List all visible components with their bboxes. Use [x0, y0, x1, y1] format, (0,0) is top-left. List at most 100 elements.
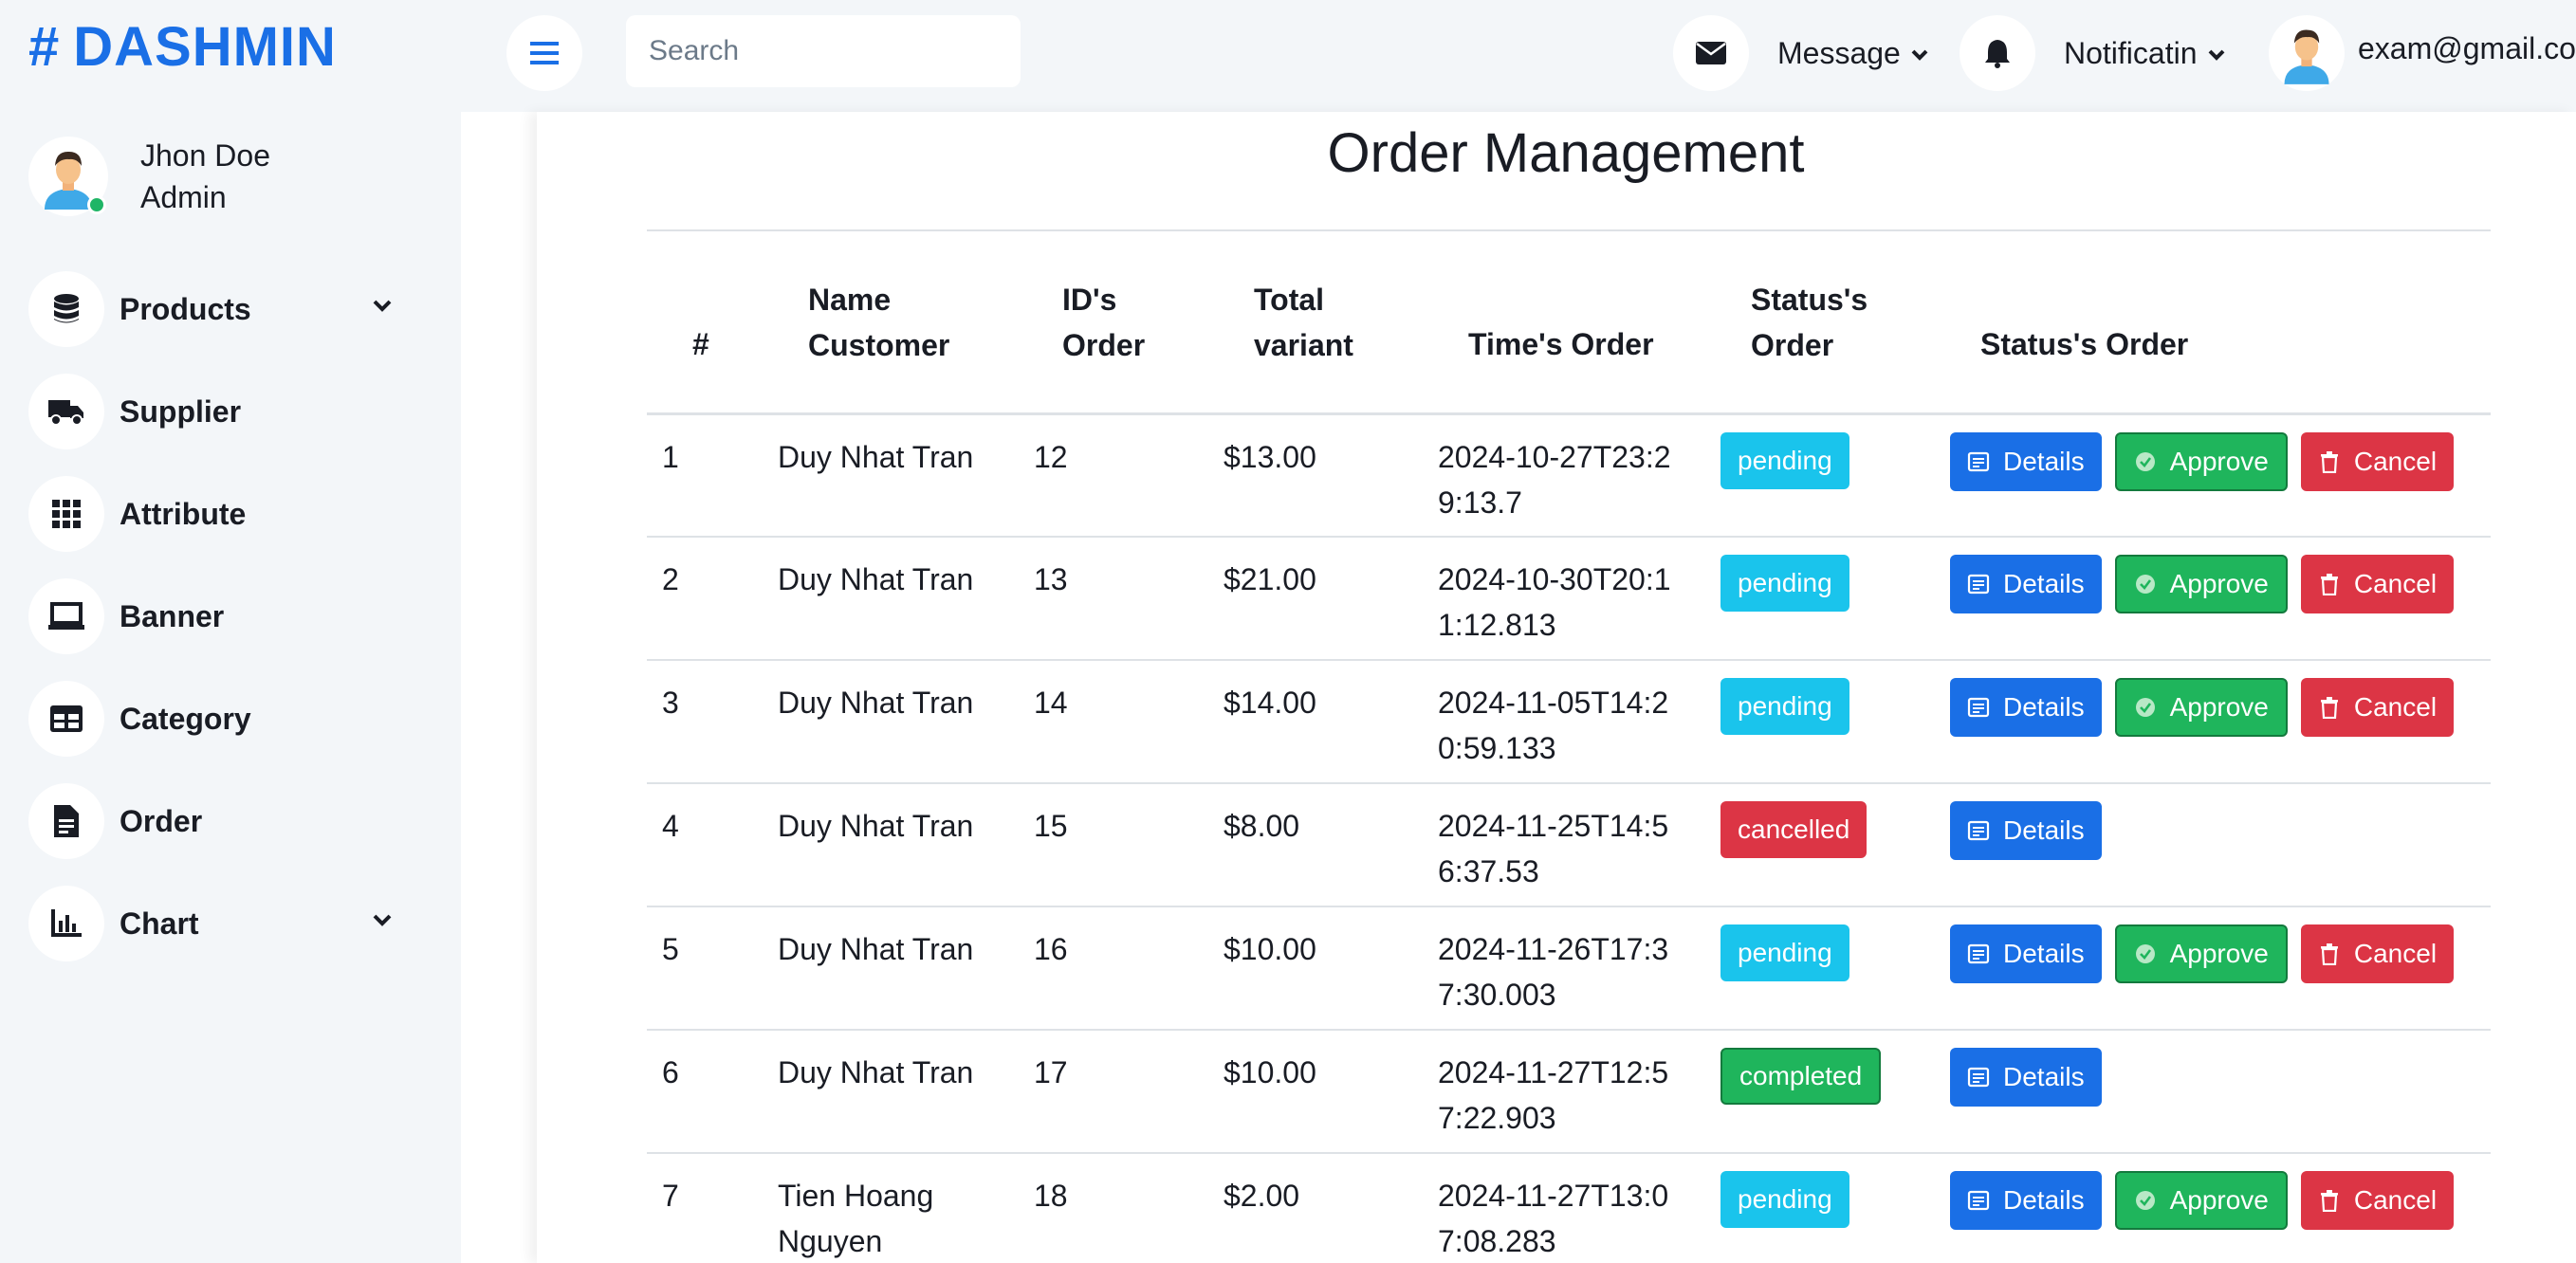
document-icon	[1967, 451, 1990, 471]
approve-button[interactable]: Approve	[2114, 431, 2288, 491]
approve-button[interactable]: Approve	[2114, 1171, 2288, 1230]
bell-icon	[1960, 15, 2035, 91]
sidebar-item-category[interactable]: Category	[28, 681, 400, 757]
cancel-button[interactable]: Cancel	[2300, 555, 2455, 613]
col-header-time: Time's Order	[1423, 233, 1705, 415]
details-button-label: Details	[2003, 815, 2085, 845]
notification-dropdown[interactable]: Notificatin	[1960, 15, 2226, 91]
cell-total: $8.00	[1208, 783, 1423, 907]
cancel-button[interactable]: Cancel	[2300, 924, 2455, 983]
cell-status: pending	[1705, 413, 1935, 538]
document-icon	[1967, 943, 1990, 964]
user-name: Jhon Doe	[140, 138, 270, 173]
file-icon	[28, 783, 104, 859]
cell-index: 2	[647, 537, 763, 661]
trash-icon	[2320, 943, 2338, 965]
sidebar-item-label: Category	[120, 701, 251, 736]
laptop-icon	[28, 578, 104, 654]
sidebar-item-attribute[interactable]: Attribute	[28, 476, 400, 552]
menu-toggle-button[interactable]	[506, 15, 582, 91]
cancel-button-label: Cancel	[2353, 692, 2438, 722]
table-row: 4 Duy Nhat Tran 15 $8.00 2024-11-25T14:5…	[647, 783, 2491, 907]
trash-icon	[2320, 450, 2338, 473]
cell-status: pending	[1705, 537, 1935, 661]
col-header-id: ID's Order	[1019, 233, 1208, 415]
details-button-label: Details	[2003, 569, 2085, 598]
cell-time: 2024-10-27T23:29:13.7	[1423, 413, 1705, 538]
cell-actions: Details Approve Cancel	[1935, 1153, 2491, 1263]
user-profile: Jhon Doe Admin	[28, 135, 270, 218]
details-button[interactable]: Details	[1950, 801, 2102, 860]
document-icon	[1967, 697, 1990, 718]
sidebar-item-label: Chart	[120, 906, 199, 941]
cancel-button[interactable]: Cancel	[2300, 431, 2455, 491]
details-button[interactable]: Details	[1950, 924, 2102, 983]
sidebar-item-label: Supplier	[120, 394, 242, 429]
search-input[interactable]	[626, 15, 1021, 87]
cell-order-id: 12	[1019, 413, 1208, 538]
approve-button[interactable]: Approve	[2114, 555, 2288, 613]
details-button[interactable]: Details	[1950, 1048, 2102, 1107]
document-icon	[1967, 1190, 1990, 1211]
check-circle-icon	[2135, 575, 2155, 594]
avatar	[2269, 15, 2345, 91]
cancel-button-label: Cancel	[2353, 569, 2438, 598]
cell-index: 6	[647, 1030, 763, 1154]
status-badge: completed	[1720, 1048, 1882, 1105]
table-row: 3 Duy Nhat Tran 14 $14.00 2024-11-05T14:…	[647, 660, 2491, 784]
cell-time: 2024-11-25T14:56:37.53	[1423, 783, 1705, 907]
cell-total: $2.00	[1208, 1153, 1423, 1263]
details-button-label: Details	[2003, 1185, 2085, 1215]
cell-status: pending	[1705, 906, 1935, 1031]
details-button-label: Details	[2003, 939, 2085, 968]
cell-order-id: 15	[1019, 783, 1208, 907]
bar-chart-icon	[28, 886, 104, 961]
cell-status: pending	[1705, 1153, 1935, 1263]
approve-button[interactable]: Approve	[2114, 924, 2288, 983]
cell-customer-name: Duy Nhat Tran	[763, 783, 1019, 907]
message-dropdown[interactable]: Message	[1673, 15, 1929, 91]
document-icon	[1967, 820, 1990, 841]
document-icon	[1967, 574, 1990, 595]
cell-index: 5	[647, 906, 763, 1031]
sidebar-item-chart[interactable]: Chart	[28, 886, 400, 961]
cell-status: pending	[1705, 660, 1935, 784]
trash-icon	[2320, 1190, 2338, 1212]
details-button-label: Details	[2003, 1062, 2085, 1091]
sidebar-item-label: Order	[120, 803, 203, 838]
approve-button-label: Approve	[2169, 569, 2269, 598]
details-button[interactable]: Details	[1950, 678, 2102, 737]
sidebar-item-supplier[interactable]: Supplier	[28, 374, 400, 449]
col-header-status: Status's Order	[1705, 233, 1935, 415]
order-panel: Order Management # Name Customer ID's Or…	[537, 112, 2576, 1263]
cancel-button[interactable]: Cancel	[2300, 678, 2455, 737]
sidebar-item-products[interactable]: Products	[28, 271, 400, 347]
cell-customer-name: Duy Nhat Tran	[763, 537, 1019, 661]
sidebar-item-order[interactable]: Order	[28, 783, 400, 859]
approve-button[interactable]: Approve	[2114, 678, 2288, 737]
details-button[interactable]: Details	[1950, 1171, 2102, 1230]
table-icon	[28, 681, 104, 757]
check-circle-icon	[2135, 451, 2155, 471]
cell-total: $10.00	[1208, 906, 1423, 1031]
details-button[interactable]: Details	[1950, 555, 2102, 613]
cancel-button[interactable]: Cancel	[2300, 1171, 2455, 1230]
brand-logo[interactable]: # DASHMIN	[28, 15, 337, 79]
details-button[interactable]: Details	[1950, 431, 2102, 491]
sidebar-item-label: Attribute	[120, 496, 247, 531]
cell-actions: Details	[1935, 1030, 2491, 1154]
cell-actions: Details	[1935, 783, 2491, 907]
cell-time: 2024-11-05T14:20:59.133	[1423, 660, 1705, 784]
cell-total: $13.00	[1208, 413, 1423, 538]
approve-button-label: Approve	[2169, 939, 2269, 968]
sidebar-item-banner[interactable]: Banner	[28, 578, 400, 654]
check-circle-icon	[2135, 698, 2155, 717]
cell-status: completed	[1705, 1030, 1935, 1154]
col-header-name: Name Customer	[763, 233, 1019, 415]
col-header-actions: Status's Order	[1935, 233, 2491, 415]
account-dropdown[interactable]: exam@gmail.com	[2269, 15, 2576, 91]
table-row: 6 Duy Nhat Tran 17 $10.00 2024-11-27T12:…	[647, 1030, 2491, 1154]
account-email: exam@gmail.com	[2358, 30, 2576, 65]
table-row: 7 Tien Hoang Nguyen 18 $2.00 2024-11-27T…	[647, 1153, 2491, 1263]
status-badge: pending	[1720, 924, 1849, 981]
